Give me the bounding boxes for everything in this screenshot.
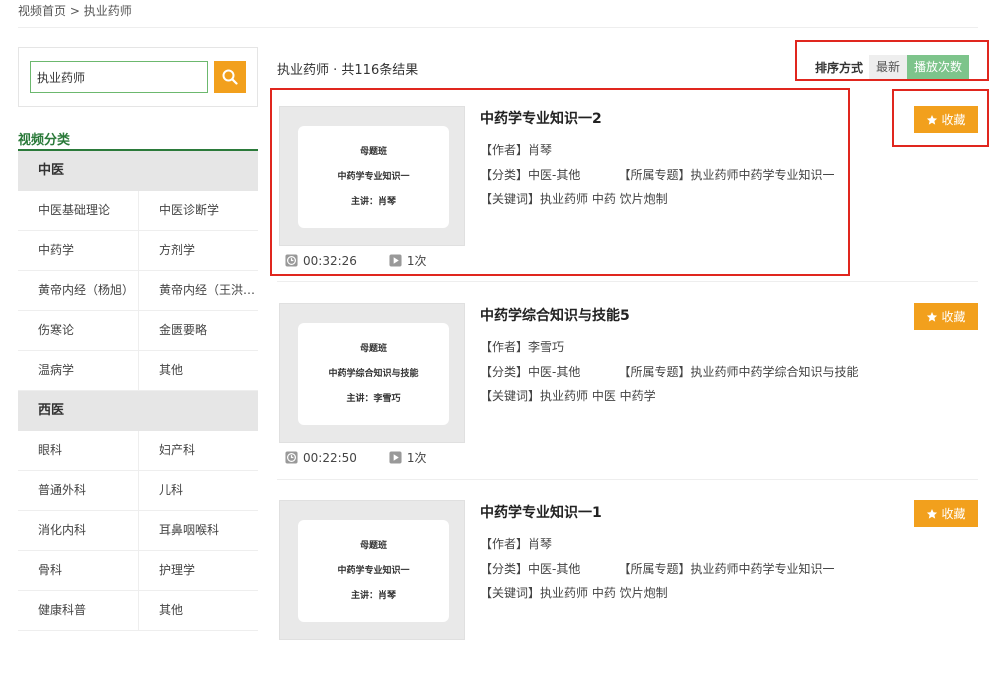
thumbnail-text: 母题班 [359, 343, 387, 354]
clock-icon [285, 451, 298, 464]
category-row: 伤寒论 金匮要略 [18, 311, 258, 351]
category-row: 眼科 妇产科 [18, 431, 258, 471]
category-item[interactable]: 方剂学 [138, 231, 258, 270]
result-heading: 执业药师 · 共116条结果 [277, 63, 419, 78]
highlight-box-sort [795, 40, 989, 81]
video-topic[interactable]: 【所属专题】执业药师中药学综合知识与技能 [619, 365, 859, 379]
favorite-label: 收藏 [941, 507, 966, 521]
thumbnail-text: 主讲：李雪巧 [346, 393, 401, 404]
category-item[interactable]: 中医诊断学 [138, 191, 258, 230]
category-item[interactable]: 消化内科 [18, 511, 138, 550]
category-row: 普通外科 儿科 [18, 471, 258, 511]
video-meta: 00:22:50 1次 [285, 449, 427, 466]
category-item[interactable]: 耳鼻咽喉科 [138, 511, 258, 550]
video-title[interactable]: 中药学综合知识与技能5 [480, 305, 859, 325]
category-row: 消化内科 耳鼻咽喉科 [18, 511, 258, 551]
video-thumbnail[interactable]: 母题班 中药学专业知识一 主讲：肖琴 [279, 500, 465, 640]
category-item[interactable]: 金匮要略 [138, 311, 258, 350]
category-item[interactable]: 中药学 [18, 231, 138, 270]
category-row: 骨科 护理学 [18, 551, 258, 591]
star-icon [927, 508, 938, 519]
thumbnail-text: 主讲：肖琴 [350, 590, 396, 601]
thumbnail-card: 母题班 中药学专业知识一 主讲：肖琴 [298, 520, 449, 622]
video-category-line: 【分类】中医-其他 【所属专题】执业药师中药学综合知识与技能 [480, 360, 859, 385]
favorite-button[interactable]: 收藏 [914, 500, 978, 527]
video-category-line: 【分类】中医-其他 【所属专题】执业药师中药学专业知识一 [480, 557, 835, 582]
item-divider [277, 479, 978, 480]
category-group-xiyi[interactable]: 西医 [18, 391, 258, 431]
search-icon [222, 69, 238, 85]
thumbnail-card: 母题班 中药学综合知识与技能 主讲：李雪巧 [298, 323, 449, 425]
category-item[interactable]: 其他 [138, 351, 258, 390]
search-panel [18, 47, 258, 107]
category-item[interactable]: 温病学 [18, 351, 138, 390]
header-divider [18, 27, 978, 28]
video-category: 【分类】中医-其他 [480, 364, 581, 379]
category-item[interactable]: 儿科 [138, 471, 258, 510]
category-row: 温病学 其他 [18, 351, 258, 391]
breadcrumb-current-link[interactable]: 执业药师 [84, 4, 132, 18]
search-input[interactable] [30, 61, 208, 93]
category-row: 中医基础理论 中医诊断学 [18, 191, 258, 231]
category-item[interactable]: 骨科 [18, 551, 138, 590]
highlight-box-item [270, 88, 850, 276]
category-row: 健康科普 其他 [18, 591, 258, 631]
video-info: 中药学专业知识一1 【作者】肖琴 【分类】中医-其他 【所属专题】执业药师中药学… [480, 502, 835, 606]
video-duration: 00:22:50 [303, 450, 357, 465]
search-button[interactable] [214, 61, 246, 93]
video-play-count: 1次 [406, 451, 427, 465]
category-item[interactable]: 黄帝内经（杨旭） [18, 271, 138, 310]
breadcrumb: 视频首页 > 执业药师 [18, 2, 132, 19]
category-item[interactable]: 黄帝内经（王洪图） [138, 271, 258, 310]
play-icon [389, 451, 402, 464]
video-keywords: 【关键词】执业药师 中药 饮片炮制 [480, 586, 668, 600]
category-list: 中医 中医基础理论 中医诊断学 中药学 方剂学 黄帝内经（杨旭） 黄帝内经（王洪… [18, 151, 258, 631]
highlight-box-favorite [892, 89, 989, 147]
video-category: 【分类】中医-其他 [480, 561, 581, 576]
thumbnail-text: 中药学综合知识与技能 [328, 368, 419, 379]
video-title[interactable]: 中药学专业知识一1 [480, 502, 835, 522]
favorite-button[interactable]: 收藏 [914, 303, 978, 330]
category-title: 视频分类 [18, 133, 71, 148]
video-item: 母题班 中药学综合知识与技能 主讲：李雪巧 00:22:50 1次 中药学综合知… [277, 303, 978, 490]
thumbnail-text: 中药学专业知识一 [337, 565, 410, 576]
video-author: 【作者】李雪巧 [480, 340, 565, 354]
category-group-zhongyi[interactable]: 中医 [18, 151, 258, 191]
video-keywords: 【关键词】执业药师 中医 中药学 [480, 389, 656, 403]
thumbnail-text: 母题班 [359, 540, 387, 551]
item-divider [277, 281, 978, 282]
category-item[interactable]: 伤寒论 [18, 311, 138, 350]
video-topic[interactable]: 【所属专题】执业药师中药学专业知识一 [619, 562, 835, 576]
category-item[interactable]: 护理学 [138, 551, 258, 590]
breadcrumb-separator: > [69, 4, 80, 18]
category-row: 黄帝内经（杨旭） 黄帝内经（王洪图） [18, 271, 258, 311]
category-item[interactable]: 健康科普 [18, 591, 138, 630]
category-item[interactable]: 眼科 [18, 431, 138, 470]
video-info: 中药学综合知识与技能5 【作者】李雪巧 【分类】中医-其他 【所属专题】执业药师… [480, 305, 859, 409]
video-item: 母题班 中药学专业知识一 主讲：肖琴 中药学专业知识一1 【作者】肖琴 【分类】… [277, 500, 978, 687]
category-item[interactable]: 其他 [138, 591, 258, 630]
breadcrumb-home-link[interactable]: 视频首页 [18, 4, 66, 18]
category-row: 中药学 方剂学 [18, 231, 258, 271]
star-icon [927, 311, 938, 322]
video-thumbnail[interactable]: 母题班 中药学综合知识与技能 主讲：李雪巧 [279, 303, 465, 443]
category-item[interactable]: 中医基础理论 [18, 191, 138, 230]
video-author: 【作者】肖琴 [480, 537, 553, 551]
favorite-label: 收藏 [941, 310, 966, 324]
category-item[interactable]: 普通外科 [18, 471, 138, 510]
category-item[interactable]: 妇产科 [138, 431, 258, 470]
